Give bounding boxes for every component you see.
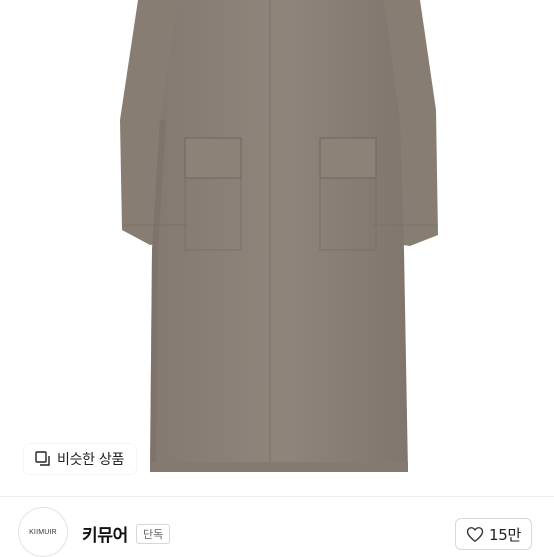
- like-count: 15만: [489, 525, 521, 544]
- product-image[interactable]: 비슷한 상품: [0, 0, 554, 496]
- exclusive-badge: 단독: [136, 524, 171, 544]
- coat-illustration: [120, 0, 438, 472]
- similar-items-icon: [35, 451, 50, 466]
- like-button[interactable]: 15만: [455, 518, 532, 550]
- heart-icon: [466, 526, 484, 542]
- brand-bar: KIIMUIR 키뮤어 단독 15만: [0, 497, 554, 557]
- brand-logo-text: KIIMUIR: [29, 528, 57, 536]
- similar-items-button[interactable]: 비슷한 상품: [24, 444, 137, 474]
- brand-logo[interactable]: KIIMUIR: [18, 507, 68, 557]
- similar-items-label: 비슷한 상품: [57, 452, 125, 468]
- brand-name[interactable]: 키뮤어: [82, 521, 128, 546]
